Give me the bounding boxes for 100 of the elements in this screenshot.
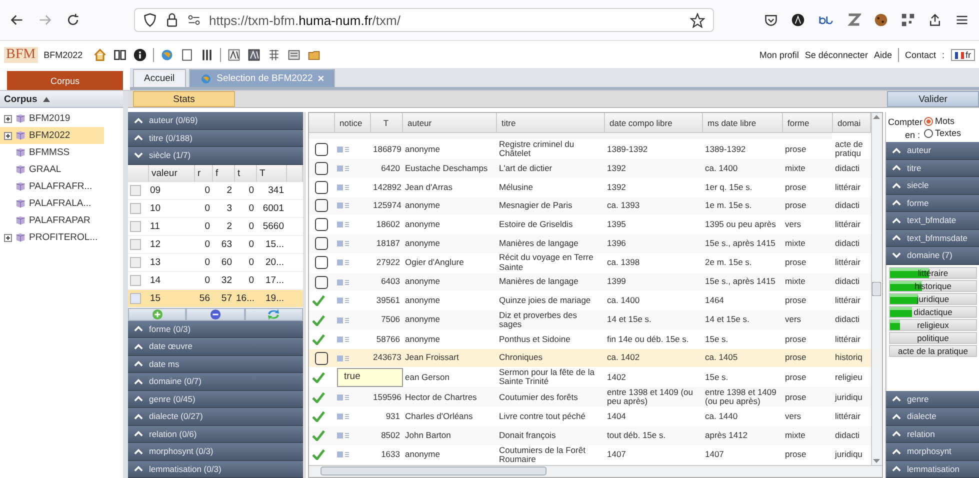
back-icon[interactable] — [10, 13, 24, 27]
header-link[interactable]: Se déconnecter — [804, 50, 868, 60]
facet-header[interactable]: siècle (1/7) — [128, 147, 303, 164]
checkmark-icon[interactable] — [312, 449, 325, 460]
folder-icon[interactable] — [306, 48, 321, 62]
bar-track[interactable]: didactique — [889, 306, 977, 318]
facet-header[interactable]: genre (0/45) — [128, 390, 303, 408]
grid-icon[interactable] — [266, 48, 281, 62]
column-header[interactable]: notice — [334, 113, 370, 133]
facet-header[interactable]: morphosynt (0/3) — [128, 443, 303, 460]
column-header[interactable]: valeur — [148, 164, 194, 182]
checkmark-icon[interactable] — [312, 392, 325, 403]
horizontal-scrollbar[interactable] — [309, 465, 882, 477]
bar-track[interactable]: littéraire — [889, 266, 977, 278]
checkbox[interactable] — [315, 142, 328, 156]
expand-icon[interactable] — [4, 234, 12, 242]
radio-option[interactable]: Textes — [924, 128, 962, 138]
tree-item[interactable]: GRAAL — [0, 161, 104, 178]
facet-header[interactable]: date ms — [128, 356, 303, 373]
checkmark-icon[interactable] — [312, 411, 325, 422]
facet-header[interactable]: forme (0/3) — [128, 320, 303, 338]
panel-header[interactable]: Corpus — [0, 91, 123, 108]
facet-header[interactable]: domaine (7) — [886, 247, 979, 264]
facet-header[interactable]: relation — [886, 426, 979, 443]
radio-option[interactable]: Mots — [924, 116, 962, 126]
checkbox[interactable] — [130, 184, 141, 196]
facet-header[interactable]: lemmatisation — [886, 460, 979, 478]
column-header[interactable]: f — [212, 164, 234, 182]
header-link[interactable]: Mon profil — [759, 50, 799, 60]
checkmark-icon[interactable] — [312, 314, 325, 326]
share-icon[interactable] — [928, 13, 942, 27]
expand-icon[interactable] — [4, 132, 12, 140]
panel-icon[interactable] — [180, 48, 194, 62]
checkbox[interactable] — [130, 256, 141, 268]
tree-item[interactable]: BFMMSS — [0, 144, 104, 161]
checkbox[interactable] — [315, 352, 328, 365]
star-icon[interactable] — [690, 12, 705, 28]
checkmark-icon[interactable] — [312, 372, 325, 383]
remove-button[interactable] — [186, 308, 245, 320]
tree-item[interactable]: BFM2022 — [0, 127, 104, 144]
facet-header[interactable]: text_bfmmsdate — [886, 230, 979, 247]
cookie-icon[interactable] — [874, 13, 888, 27]
validate-button[interactable]: Valider — [887, 91, 979, 107]
facet-header[interactable]: dialecte — [886, 408, 979, 426]
column-header[interactable]: forme — [782, 113, 832, 133]
header-link[interactable]: Aide — [874, 50, 892, 60]
bar-track[interactable]: historique — [889, 280, 977, 292]
column-header[interactable]: ms date libre — [702, 113, 782, 133]
bar-track[interactable]: acte de la pratique — [889, 344, 977, 356]
checkbox[interactable] — [315, 162, 328, 176]
expand-icon[interactable] — [4, 114, 12, 122]
facet-header[interactable]: titre — [886, 160, 979, 177]
refresh-button[interactable] — [244, 308, 303, 320]
facet-header[interactable]: auteur (0/69) — [128, 112, 303, 130]
facet-header[interactable]: auteur — [886, 142, 979, 160]
facet-header[interactable]: lemmatisation (0/3) — [128, 460, 303, 478]
column-header[interactable]: T — [256, 164, 286, 182]
column-header[interactable]: t — [234, 164, 256, 182]
checkbox[interactable] — [315, 180, 328, 194]
address-bar[interactable]: https://txm-bfm.huma-num.fr/txm/ — [134, 8, 714, 32]
checkbox[interactable] — [315, 199, 328, 212]
facet-header[interactable]: morphosynt — [886, 443, 979, 460]
facet-header[interactable]: dialecte (0/27) — [128, 408, 303, 426]
vertical-scrollbar[interactable] — [871, 113, 882, 465]
menu-icon[interactable] — [955, 13, 969, 27]
list-icon[interactable] — [286, 48, 301, 62]
tree-item[interactable]: PALAFRAPAR — [0, 212, 104, 229]
checkbox[interactable] — [130, 220, 141, 232]
globe-icon[interactable] — [160, 48, 174, 62]
header-link[interactable]: Contact — [904, 50, 936, 60]
checkbox[interactable] — [315, 236, 328, 250]
checkbox[interactable] — [130, 274, 141, 286]
tree-item[interactable]: PROFITEROL... — [0, 229, 104, 246]
facet-header[interactable]: titre (0/188) — [128, 130, 303, 147]
bar-track[interactable]: juridique — [889, 292, 977, 304]
bar-track[interactable]: religieux — [889, 318, 977, 330]
stats-button[interactable]: Stats — [133, 91, 235, 107]
scroll-up-icon[interactable] — [872, 113, 882, 122]
checkbox[interactable] — [130, 202, 141, 214]
corpus-tab[interactable]: Corpus — [7, 71, 123, 90]
tree-item[interactable]: PALAFRALA... — [0, 195, 104, 212]
facet-header[interactable]: text_bfmdate — [886, 212, 979, 230]
checkbox[interactable] — [315, 256, 328, 270]
facet-header[interactable]: domaine (0/7) — [128, 373, 303, 390]
checkmark-icon[interactable] — [312, 430, 325, 441]
checkbox[interactable] — [130, 292, 141, 304]
checkmark-icon[interactable] — [312, 295, 325, 306]
facet-header[interactable]: relation (0/6) — [128, 426, 303, 443]
language-select[interactable]: fr — [950, 49, 975, 61]
info-icon[interactable] — [132, 48, 147, 62]
columns-icon[interactable] — [200, 48, 214, 62]
column-header[interactable]: auteur — [402, 113, 496, 133]
checkbox[interactable] — [315, 218, 328, 232]
column-header[interactable]: titre — [496, 113, 604, 133]
facet-header[interactable]: siecle — [886, 177, 979, 194]
reload-icon[interactable] — [66, 13, 80, 27]
facet-header[interactable]: genre — [886, 390, 979, 408]
qr-code-icon[interactable] — [901, 13, 915, 27]
tree-item[interactable]: BFM2019 — [0, 110, 104, 127]
facet-header[interactable]: date œuvre — [128, 338, 303, 356]
